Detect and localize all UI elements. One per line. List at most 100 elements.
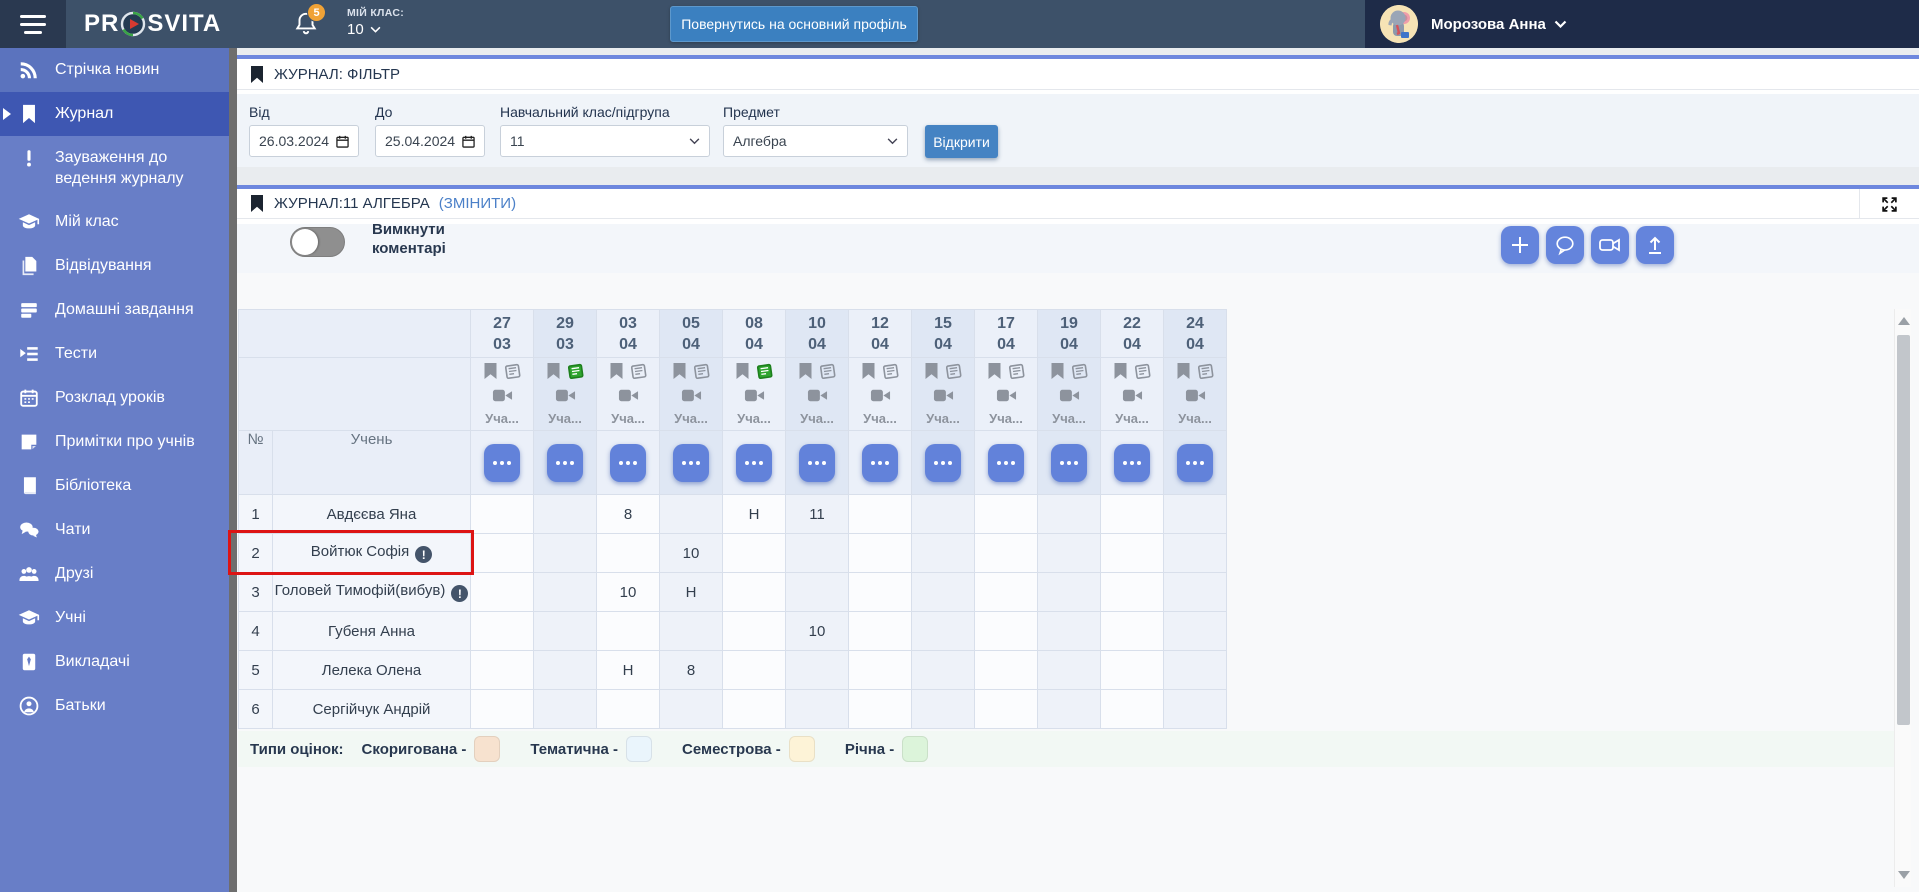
grade-cell[interactable]: 10	[786, 612, 849, 651]
grade-cell[interactable]	[1101, 612, 1164, 651]
grade-cell[interactable]	[1038, 651, 1101, 690]
grade-cell[interactable]	[723, 690, 786, 729]
participants-link[interactable]: Уча...	[485, 411, 519, 426]
grade-cell[interactable]: 10	[660, 534, 723, 573]
scrollbar-thumb[interactable]	[1897, 335, 1910, 725]
column-options-button[interactable]	[610, 444, 646, 482]
bookmark-icon[interactable]	[1050, 363, 1065, 384]
grade-cell[interactable]	[912, 573, 975, 612]
grade-cell[interactable]	[849, 651, 912, 690]
class-select[interactable]: 11	[500, 125, 710, 157]
grade-cell[interactable]: 8	[597, 495, 660, 534]
participants-link[interactable]: Уча...	[1052, 411, 1086, 426]
sidebar-item-10[interactable]: Бібліотека	[0, 464, 229, 508]
sidebar-item-5[interactable]: Відвідування	[0, 244, 229, 288]
return-to-main-profile-button[interactable]: Повернутись на основний профіль	[670, 6, 918, 42]
sidebar-item-14[interactable]: Викладачі	[0, 640, 229, 684]
lesson-tools-cell[interactable]: Уча...	[975, 358, 1038, 431]
video-camera-icon[interactable]	[681, 388, 702, 408]
homework-book-icon[interactable]	[629, 363, 648, 385]
sidebar-item-11[interactable]: Чати	[0, 508, 229, 552]
lesson-tools-cell[interactable]: Уча...	[660, 358, 723, 431]
date-column-header[interactable]: 0804	[723, 310, 786, 358]
grade-cell[interactable]	[660, 495, 723, 534]
grade-cell[interactable]: 10	[597, 573, 660, 612]
grade-cell[interactable]	[1101, 534, 1164, 573]
grade-cell[interactable]	[1101, 573, 1164, 612]
lesson-tools-cell[interactable]: Уча...	[1101, 358, 1164, 431]
grade-cell[interactable]	[1101, 651, 1164, 690]
date-column-header[interactable]: 1004	[786, 310, 849, 358]
sidebar-item-1[interactable]: Стрічка новин	[0, 48, 229, 92]
homework-book-icon[interactable]	[503, 363, 522, 385]
column-options-button[interactable]	[673, 444, 709, 482]
grade-cell[interactable]	[975, 534, 1038, 573]
grade-cell[interactable]	[1101, 495, 1164, 534]
date-column-header[interactable]: 2204	[1101, 310, 1164, 358]
grade-cell[interactable]: 8	[660, 651, 723, 690]
video-camera-icon[interactable]	[1122, 388, 1143, 408]
bookmark-icon[interactable]	[672, 363, 687, 384]
grade-cell[interactable]	[597, 612, 660, 651]
grade-cell[interactable]	[912, 534, 975, 573]
grade-cell[interactable]	[534, 690, 597, 729]
grade-cell[interactable]	[912, 690, 975, 729]
grade-cell[interactable]	[471, 495, 534, 534]
lesson-tools-cell[interactable]: Уча...	[1164, 358, 1227, 431]
grade-cell[interactable]	[1101, 690, 1164, 729]
lesson-tools-cell[interactable]: Уча...	[912, 358, 975, 431]
sidebar-item-2[interactable]: Журнал	[0, 92, 229, 136]
video-call-button[interactable]	[1591, 226, 1629, 264]
grade-cell[interactable]	[849, 612, 912, 651]
grade-cell[interactable]	[1164, 612, 1227, 651]
subject-select[interactable]: Алгебра	[723, 125, 908, 157]
grade-cell[interactable]	[975, 690, 1038, 729]
date-column-header[interactable]: 1204	[849, 310, 912, 358]
homework-book-icon-green[interactable]	[755, 363, 774, 385]
lesson-tools-cell[interactable]: Уча...	[849, 358, 912, 431]
participants-link[interactable]: Уча...	[926, 411, 960, 426]
grade-cell[interactable]	[471, 651, 534, 690]
notifications-bell-icon[interactable]: 5	[293, 10, 323, 40]
video-camera-icon[interactable]	[1059, 388, 1080, 408]
bookmark-icon[interactable]	[1176, 363, 1191, 384]
date-to-input[interactable]: 25.04.2024	[375, 125, 485, 157]
grade-cell[interactable]	[849, 573, 912, 612]
date-column-header[interactable]: 1504	[912, 310, 975, 358]
participants-link[interactable]: Уча...	[674, 411, 708, 426]
column-options-button[interactable]	[547, 444, 583, 482]
add-column-button[interactable]	[1501, 226, 1539, 264]
participants-link[interactable]: Уча...	[1115, 411, 1149, 426]
table-vertical-scrollbar[interactable]	[1894, 309, 1911, 887]
grade-cell[interactable]: Н	[660, 573, 723, 612]
grade-cell[interactable]: Н	[723, 495, 786, 534]
video-camera-icon[interactable]	[996, 388, 1017, 408]
grade-cell[interactable]	[786, 534, 849, 573]
homework-book-icon[interactable]	[1070, 363, 1089, 385]
date-column-header[interactable]: 0304	[597, 310, 660, 358]
fullscreen-expand-icon[interactable]	[1859, 189, 1919, 219]
hamburger-menu-icon[interactable]	[0, 0, 66, 48]
grade-cell[interactable]	[597, 534, 660, 573]
disable-comments-toggle[interactable]	[290, 227, 345, 257]
sidebar-item-7[interactable]: Тести	[0, 332, 229, 376]
bookmark-icon[interactable]	[735, 363, 750, 384]
student-name[interactable]: Войтюк Софія!	[273, 534, 471, 573]
bookmark-icon[interactable]	[1113, 363, 1128, 384]
bookmark-icon[interactable]	[609, 363, 624, 384]
homework-book-icon[interactable]	[1007, 363, 1026, 385]
grade-cell[interactable]	[1038, 690, 1101, 729]
video-camera-icon[interactable]	[492, 388, 513, 408]
student-name[interactable]: Губеня Анна	[273, 612, 471, 651]
participants-link[interactable]: Уча...	[548, 411, 582, 426]
column-options-button[interactable]	[1177, 444, 1213, 482]
grade-cell[interactable]	[975, 495, 1038, 534]
user-menu[interactable]: Морозова Анна	[1365, 0, 1919, 48]
date-column-header[interactable]: 2404	[1164, 310, 1227, 358]
lesson-tools-cell[interactable]: Уча...	[723, 358, 786, 431]
grade-cell[interactable]	[849, 534, 912, 573]
column-options-button[interactable]	[1114, 444, 1150, 482]
participants-link[interactable]: Уча...	[611, 411, 645, 426]
grade-cell[interactable]	[723, 534, 786, 573]
scroll-up-arrow-icon[interactable]	[1898, 317, 1910, 325]
